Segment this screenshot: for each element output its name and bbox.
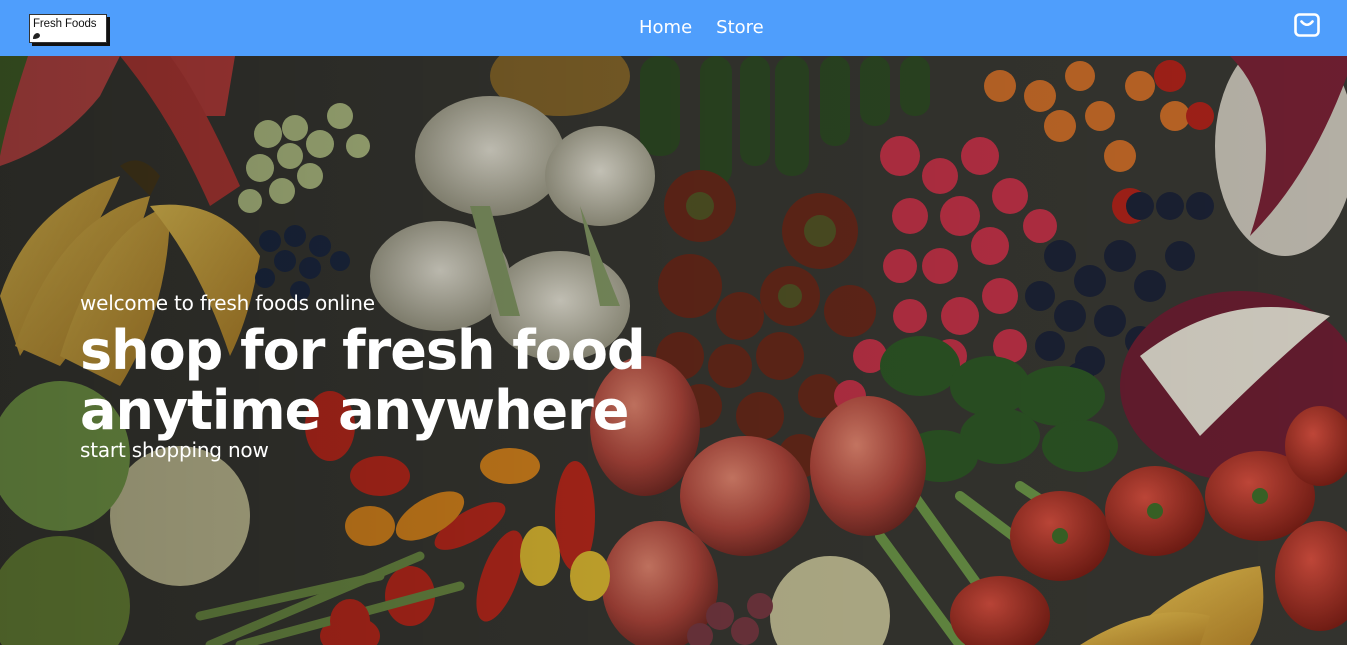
main-nav: Home Store [639,16,764,40]
logo-text: Fresh Foods [33,18,97,30]
shopping-bag-icon[interactable] [1294,13,1320,37]
nav-link-home[interactable]: Home [639,16,692,40]
page: Fresh Foods Home Store welcome to fresh … [0,0,1347,645]
hero-content: welcome to fresh foods online shop for f… [80,289,760,463]
hero-headline-line-1: shop for fresh food [80,319,646,382]
start-shopping-link[interactable]: start shopping now [80,437,269,463]
hero-headline: shop for fresh food anytime anywhere [80,321,760,441]
hero-welcome-text: welcome to fresh foods online [80,291,375,315]
hero-banner: welcome to fresh foods online shop for f… [0,56,1347,645]
logo-leaf-icon [33,33,40,39]
navbar: Fresh Foods Home Store [0,0,1347,56]
logo[interactable]: Fresh Foods [29,14,107,43]
nav-link-store[interactable]: Store [716,16,764,40]
hero-headline-line-2: anytime anywhere [80,379,629,442]
